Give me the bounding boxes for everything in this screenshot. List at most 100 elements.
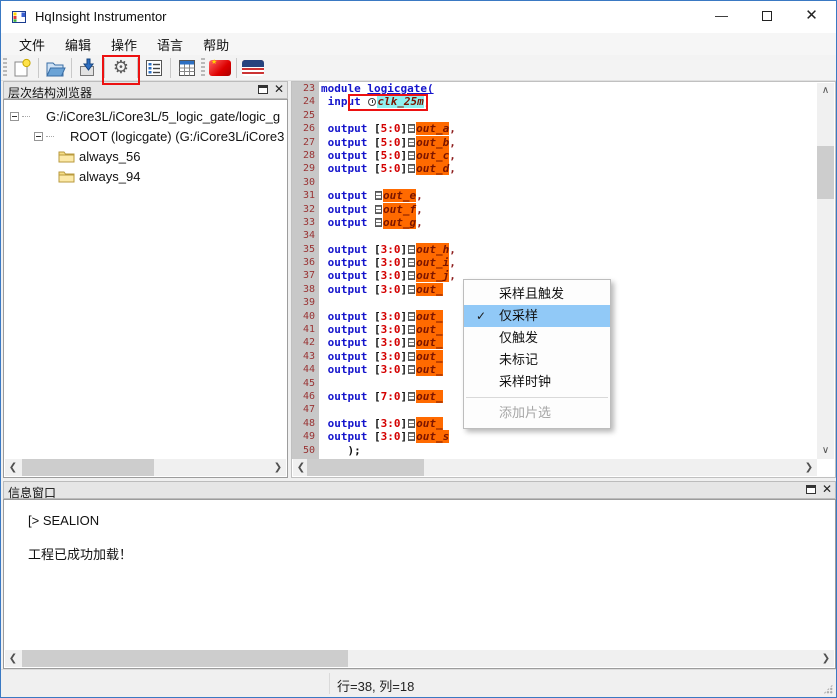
scroll-left-arrow[interactable]: ❮ (5, 650, 21, 667)
line-number: 40 (292, 310, 319, 323)
code-line-33[interactable]: 33 output out_g, (292, 216, 817, 229)
sampled-signal-marker-icon (408, 338, 415, 347)
scrollbar-thumb[interactable] (22, 650, 348, 667)
tree-node-3[interactable]: always_56 (4, 146, 287, 166)
menubar-item-1[interactable]: 文件 (9, 33, 55, 56)
code-text (319, 377, 321, 390)
open-project-button[interactable] (43, 56, 67, 80)
close-panel-icon[interactable]: ✕ (822, 485, 832, 494)
scroll-up-arrow[interactable]: ∧ (817, 83, 834, 99)
float-panel-icon[interactable] (806, 485, 816, 494)
new-file-icon (11, 57, 33, 79)
scroll-down-arrow[interactable]: ∨ (817, 443, 834, 459)
context-menu-item-1[interactable]: 采样且触发 (464, 283, 610, 305)
gear-icon: ⚙ (113, 58, 129, 78)
code-text: output out_g, (319, 216, 423, 229)
code-text: output out_e, (319, 189, 423, 202)
menubar-item-2[interactable]: 编辑 (55, 33, 101, 56)
signal-list-button[interactable] (142, 56, 166, 80)
context-menu-item-3[interactable]: 仅触发 (464, 327, 610, 349)
code-line-34[interactable]: 34 (292, 229, 817, 242)
code-text: output [3:0]out_ (319, 310, 443, 323)
folder-icon (58, 169, 75, 183)
language-english-button[interactable] (241, 56, 265, 80)
code-text: output [5:0]out_d, (319, 162, 456, 175)
scroll-right-arrow[interactable]: ❯ (818, 650, 834, 667)
code-text: output [3:0]out_ (319, 350, 443, 363)
tree-node-2[interactable]: ROOT (logicgate) (G:/iCore3L/iCore3 (4, 126, 287, 146)
import-button[interactable] (76, 56, 100, 80)
sampled-signal-marker-icon (408, 432, 415, 441)
code-text: output [3:0]out_s (319, 430, 449, 443)
toolbar-grip[interactable] (201, 58, 205, 78)
info-log-text: [> SEALION 工程已成功加载！ (28, 512, 132, 563)
scroll-right-arrow[interactable]: ❯ (270, 459, 286, 476)
hierarchy-panel: 层次结构浏览器 ✕ G:/iCore3L/iCore3L/5_logic_gat… (3, 81, 288, 478)
context-menu-item-2[interactable]: ✓仅采样 (464, 305, 610, 327)
new-file-button[interactable] (10, 56, 34, 80)
open-folder-icon (44, 57, 66, 79)
language-chinese-button[interactable] (208, 56, 232, 80)
tree-collapse-icon[interactable] (10, 112, 19, 121)
tree-node-1[interactable]: G:/iCore3L/iCore3L/5_logic_gate/logic_g (4, 106, 287, 126)
info-panel: 信息窗口 ✕ [> SEALION 工程已成功加载！ ❮ ❯ (3, 481, 836, 669)
line-number: 45 (292, 377, 319, 390)
toolbar: ⚙ (1, 55, 836, 81)
scrollbar-thumb[interactable] (817, 146, 834, 199)
code-line-35[interactable]: 35 output [3:0]out_h, (292, 243, 817, 256)
status-bar: 行=38, 列=18 (1, 669, 836, 697)
line-number: 42 (292, 336, 319, 349)
context-menu-item-7: 添加片选 (464, 402, 610, 424)
tree-node-4[interactable]: always_94 (4, 166, 287, 186)
code-line-25[interactable]: 25 (292, 109, 817, 122)
maximize-icon (762, 11, 772, 21)
resize-grip[interactable] (823, 684, 833, 694)
info-horizontal-scrollbar[interactable]: ❮ ❯ (5, 650, 834, 667)
context-menu-separator (466, 397, 608, 398)
tree-collapse-icon[interactable] (34, 132, 43, 141)
signal-table-button[interactable] (175, 56, 199, 80)
code-line-26[interactable]: 26 output [5:0]out_a, (292, 122, 817, 135)
code-line-27[interactable]: 27 output [5:0]out_b, (292, 136, 817, 149)
sampled-signal-marker-icon (408, 164, 415, 173)
folder-icon (58, 149, 75, 163)
menubar-item-5[interactable]: 帮助 (193, 33, 239, 56)
editor-vertical-scrollbar[interactable]: ∧ ∨ (817, 83, 834, 459)
code-line-28[interactable]: 28 output [5:0]out_c, (292, 149, 817, 162)
float-panel-icon[interactable] (258, 85, 268, 94)
scrollbar-thumb[interactable] (307, 459, 424, 476)
code-line-23[interactable]: 23module logicgate( (292, 82, 817, 95)
code-line-36[interactable]: 36 output [3:0]out_i, (292, 256, 817, 269)
toolbar-grip[interactable] (3, 58, 7, 78)
menubar-item-4[interactable]: 语言 (147, 33, 193, 56)
info-panel-header: 信息窗口 ✕ (3, 481, 836, 499)
sampled-signal-marker-icon (408, 325, 415, 334)
code-line-49[interactable]: 49 output [3:0]out_s (292, 430, 817, 443)
scroll-left-arrow[interactable]: ❮ (5, 459, 21, 476)
tree-horizontal-scrollbar[interactable]: ❮ ❯ (5, 459, 286, 476)
context-menu-label: 仅采样 (499, 308, 538, 323)
maximize-button[interactable] (744, 1, 789, 32)
code-line-32[interactable]: 32 output out_f, (292, 203, 817, 216)
close-button[interactable]: ✕ (789, 1, 834, 32)
close-panel-icon[interactable]: ✕ (274, 85, 284, 94)
context-menu-item-4[interactable]: 未标记 (464, 349, 610, 371)
code-line-24[interactable]: 24 input clk_25m, (292, 95, 817, 108)
code-line-30[interactable]: 30 (292, 176, 817, 189)
code-line-29[interactable]: 29 output [5:0]out_d, (292, 162, 817, 175)
info-log[interactable]: [> SEALION 工程已成功加载！ ❮ ❯ (3, 499, 836, 669)
editor-horizontal-scrollbar[interactable]: ❮ ❯ (293, 459, 817, 476)
code-line-50[interactable]: 50 ); (292, 444, 817, 457)
line-number: 36 (292, 256, 319, 269)
line-number: 28 (292, 149, 319, 162)
scroll-right-arrow[interactable]: ❯ (801, 459, 817, 476)
minimize-button[interactable]: — (699, 1, 744, 32)
hierarchy-panel-title: 层次结构浏览器 (8, 86, 92, 100)
code-line-31[interactable]: 31 output out_e, (292, 189, 817, 202)
tree-connector (22, 116, 30, 117)
context-menu-item-5[interactable]: 采样时钟 (464, 371, 610, 393)
scrollbar-thumb[interactable] (22, 459, 154, 476)
settings-button[interactable]: ⚙ (109, 56, 133, 80)
menubar-item-3[interactable]: 操作 (101, 33, 147, 56)
sample-clock-marker-icon (368, 98, 376, 106)
